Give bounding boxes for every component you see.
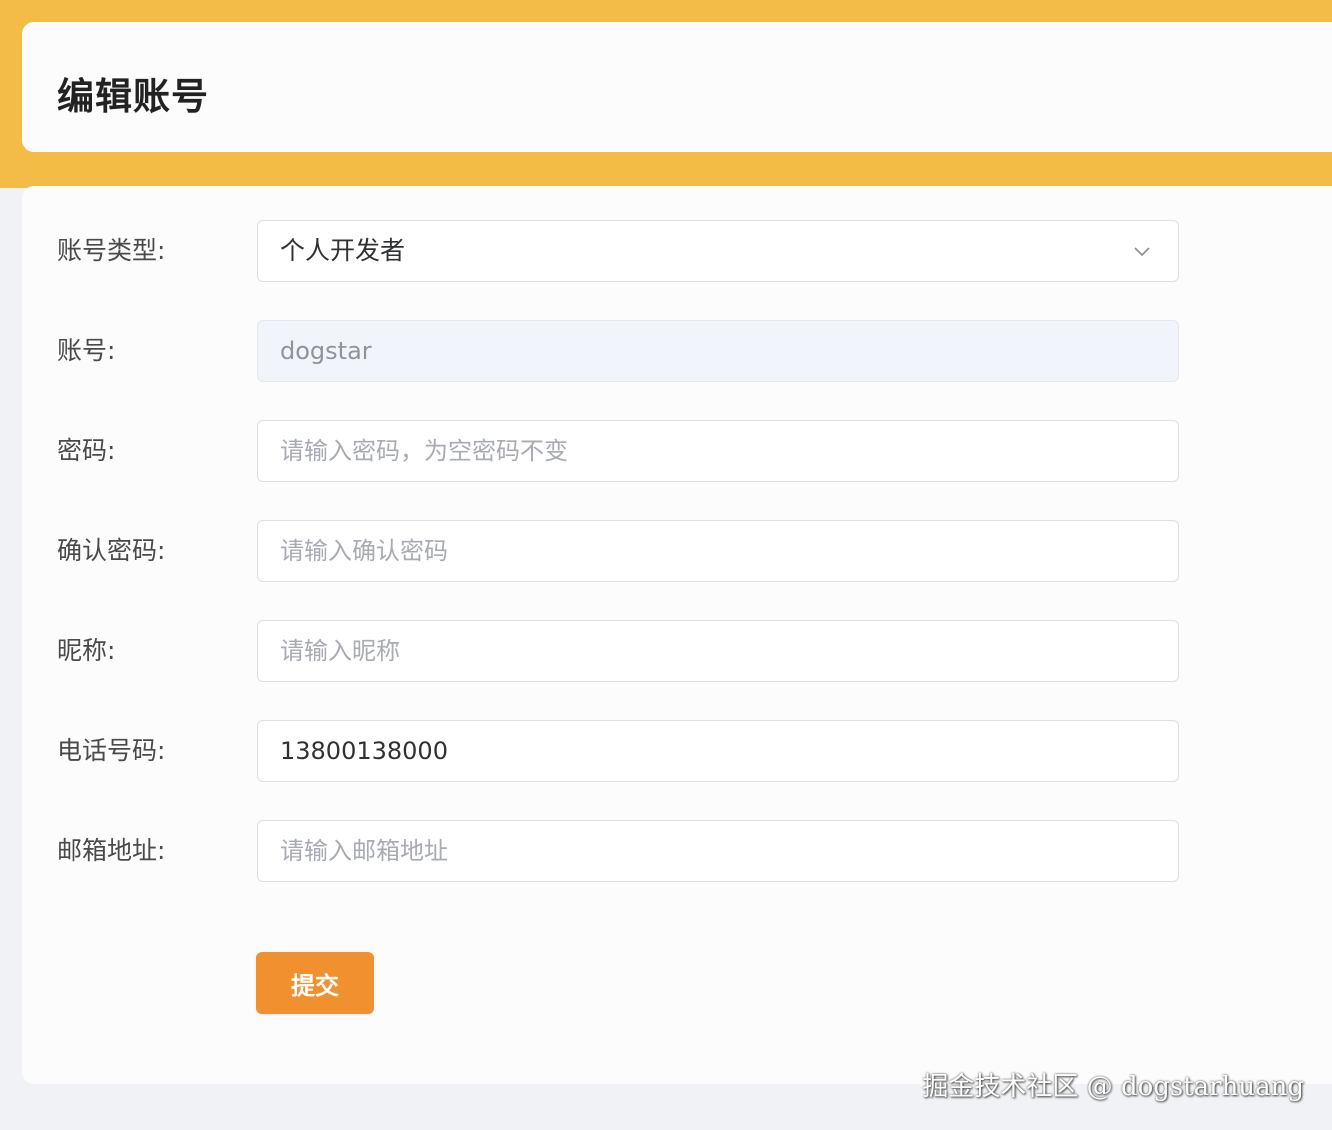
account-row: 账号: — [22, 320, 1222, 382]
nickname-input[interactable] — [258, 621, 1178, 681]
page-title: 编辑账号 — [57, 75, 209, 118]
account-input — [258, 321, 1178, 381]
nickname-field[interactable] — [257, 620, 1179, 682]
password-row: 密码: — [22, 420, 1222, 482]
email-row: 邮箱地址: — [22, 820, 1222, 882]
password-input[interactable] — [258, 421, 1178, 481]
header-card: 编辑账号 — [22, 22, 1332, 152]
password-label: 密码: — [57, 436, 116, 465]
account-type-label: 账号类型: — [57, 236, 166, 265]
account-field — [257, 320, 1179, 382]
email-input[interactable] — [258, 821, 1178, 881]
nickname-row: 昵称: — [22, 620, 1222, 682]
watermark: 掘金技术社区 @ dogstarhuang — [922, 1072, 1304, 1102]
email-field[interactable] — [257, 820, 1179, 882]
confirm-password-label: 确认密码: — [57, 536, 166, 565]
account-type-value: 个人开发者 — [280, 236, 406, 265]
phone-field[interactable] — [257, 720, 1179, 782]
email-label: 邮箱地址: — [57, 836, 166, 865]
edit-account-form: 账号类型: 个人开发者 账号: 密码: 确认密码: 昵称: 电话号码: — [22, 186, 1332, 1084]
chevron-down-icon — [1134, 247, 1150, 257]
confirm-password-row: 确认密码: — [22, 520, 1222, 582]
nickname-label: 昵称: — [57, 636, 116, 665]
confirm-password-input[interactable] — [258, 521, 1178, 581]
account-label: 账号: — [57, 336, 116, 365]
password-field[interactable] — [257, 420, 1179, 482]
account-type-row: 账号类型: 个人开发者 — [22, 220, 1222, 282]
phone-input[interactable] — [258, 721, 1178, 781]
submit-button[interactable]: 提交 — [256, 952, 374, 1014]
phone-label: 电话号码: — [57, 736, 166, 765]
phone-row: 电话号码: — [22, 720, 1222, 782]
account-type-select[interactable]: 个人开发者 — [257, 220, 1179, 282]
confirm-password-field[interactable] — [257, 520, 1179, 582]
